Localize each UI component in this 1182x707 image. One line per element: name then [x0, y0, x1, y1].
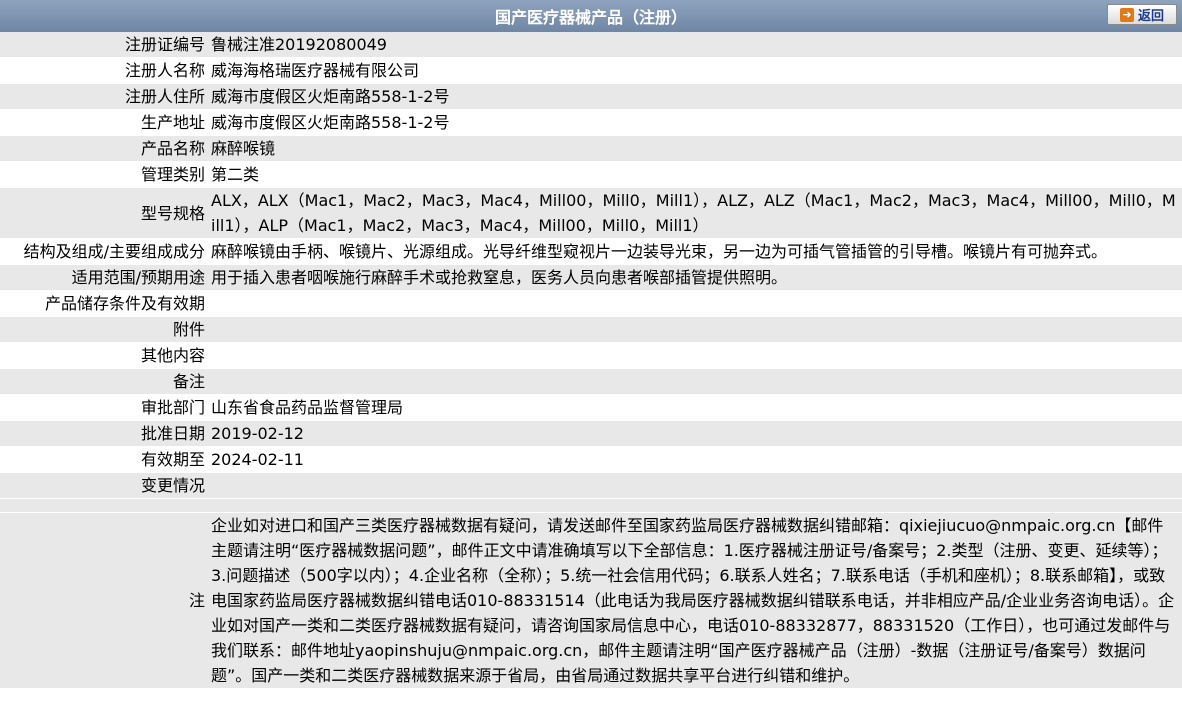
spacer-row — [0, 498, 1182, 513]
field-label: 备注 — [0, 368, 208, 395]
detail-table: 注册证编号 鲁械注准20192080049 注册人名称 威海海格瑞医疗器械有限公司 注册… — [0, 32, 1182, 689]
spacer-cell — [208, 498, 1182, 513]
detail-row: 型号规格 ALX，ALX（Mac1，Mac2，Mac3，Mac4，Mill00，M… — [0, 187, 1182, 239]
detail-row: 生产地址 威海市度假区火炬南路558-1-2号 — [0, 109, 1182, 136]
field-label: 结构及组成/主要组成成分 — [0, 238, 208, 265]
field-label: 产品储存条件及有效期 — [0, 290, 208, 317]
field-value: 2019-02-12 — [208, 420, 1182, 447]
arrow-right-icon: ➜ — [1119, 7, 1134, 22]
spacer-cell — [0, 498, 208, 513]
note-row: 注企业如对进口和国产三类医疗器械数据有疑问，请发送邮件至国家药监局医疗器械数据纠… — [0, 512, 1182, 689]
field-value — [208, 316, 1182, 343]
detail-row: 产品储存条件及有效期 — [0, 290, 1182, 317]
detail-row: 注册人住所 威海市度假区火炬南路558-1-2号 — [0, 83, 1182, 110]
field-label: 注册证编号 — [0, 32, 208, 58]
field-value: 威海市度假区火炬南路558-1-2号 — [208, 83, 1182, 110]
field-label: 注册人名称 — [0, 57, 208, 84]
field-value — [208, 342, 1182, 369]
field-value: 用于插入患者咽喉施行麻醉手术或抢救窒息，医务人员向患者喉部插管提供照明。 — [208, 264, 1182, 291]
detail-row: 产品名称 麻醉喉镜 — [0, 135, 1182, 162]
field-label: 变更情况 — [0, 472, 208, 499]
field-value: 威海市度假区火炬南路558-1-2号 — [208, 109, 1182, 136]
field-value: 山东省食品药品监督管理局 — [208, 394, 1182, 421]
detail-page: 国产医疗器械产品（注册） ➜ 返回 注册证编号 鲁械注准20192080049 注册… — [0, 0, 1182, 689]
field-label: 注册人住所 — [0, 83, 208, 110]
field-label: 附件 — [0, 316, 208, 343]
detail-row: 审批部门 山东省食品药品监督管理局 — [0, 394, 1182, 421]
back-button-label: 返回 — [1137, 9, 1164, 24]
detail-row: 适用范围/预期用途 用于插入患者咽喉施行麻醉手术或抢救窒息，医务人员向患者喉部插管… — [0, 264, 1182, 291]
note-text: 企业如对进口和国产三类医疗器械数据有疑问，请发送邮件至国家药监局医疗器械数据纠错… — [208, 512, 1182, 689]
detail-row: 有效期至 2024-02-11 — [0, 446, 1182, 473]
field-value: 麻醉喉镜 — [208, 135, 1182, 162]
field-value: 第二类 — [208, 161, 1182, 188]
detail-row: 注册证编号 鲁械注准20192080049 — [0, 32, 1182, 58]
detail-row: 其他内容 — [0, 342, 1182, 369]
field-value — [208, 290, 1182, 317]
field-value — [208, 472, 1182, 499]
field-label: 有效期至 — [0, 446, 208, 473]
field-value: 2024-02-11 — [208, 446, 1182, 473]
field-value: 麻醉喉镜由手柄、喉镜片、光源组成。光导纤维型窥视片一边装导光束，另一边为可插气管… — [208, 238, 1182, 265]
detail-row: 变更情况 — [0, 472, 1182, 499]
page-title: 国产医疗器械产品（注册） — [494, 8, 687, 27]
detail-row: 管理类别 第二类 — [0, 161, 1182, 188]
field-label: 批准日期 — [0, 420, 208, 447]
field-label: 其他内容 — [0, 342, 208, 369]
field-value — [208, 368, 1182, 395]
field-value: 鲁械注准20192080049 — [208, 32, 1182, 58]
back-button[interactable]: ➜ 返回 — [1107, 4, 1177, 25]
detail-row: 附件 — [0, 316, 1182, 343]
detail-row: 批准日期 2019-02-12 — [0, 420, 1182, 447]
field-label: 生产地址 — [0, 109, 208, 136]
detail-row: 注册人名称 威海海格瑞医疗器械有限公司 — [0, 57, 1182, 84]
page-header: 国产医疗器械产品（注册） ➜ 返回 — [0, 0, 1182, 32]
detail-row: 结构及组成/主要组成成分 麻醉喉镜由手柄、喉镜片、光源组成。光导纤维型窥视片一边装… — [0, 238, 1182, 265]
field-label: 型号规格 — [0, 187, 208, 239]
detail-row: 备注 — [0, 368, 1182, 395]
field-label: 产品名称 — [0, 135, 208, 162]
field-label: 管理类别 — [0, 161, 208, 188]
field-value: ALX，ALX（Mac1，Mac2，Mac3，Mac4，Mill00，Mill0… — [208, 187, 1182, 239]
field-label: 适用范围/预期用途 — [0, 264, 208, 291]
field-label: 审批部门 — [0, 394, 208, 421]
field-value: 威海海格瑞医疗器械有限公司 — [208, 57, 1182, 84]
note-label: 注 — [0, 512, 208, 689]
